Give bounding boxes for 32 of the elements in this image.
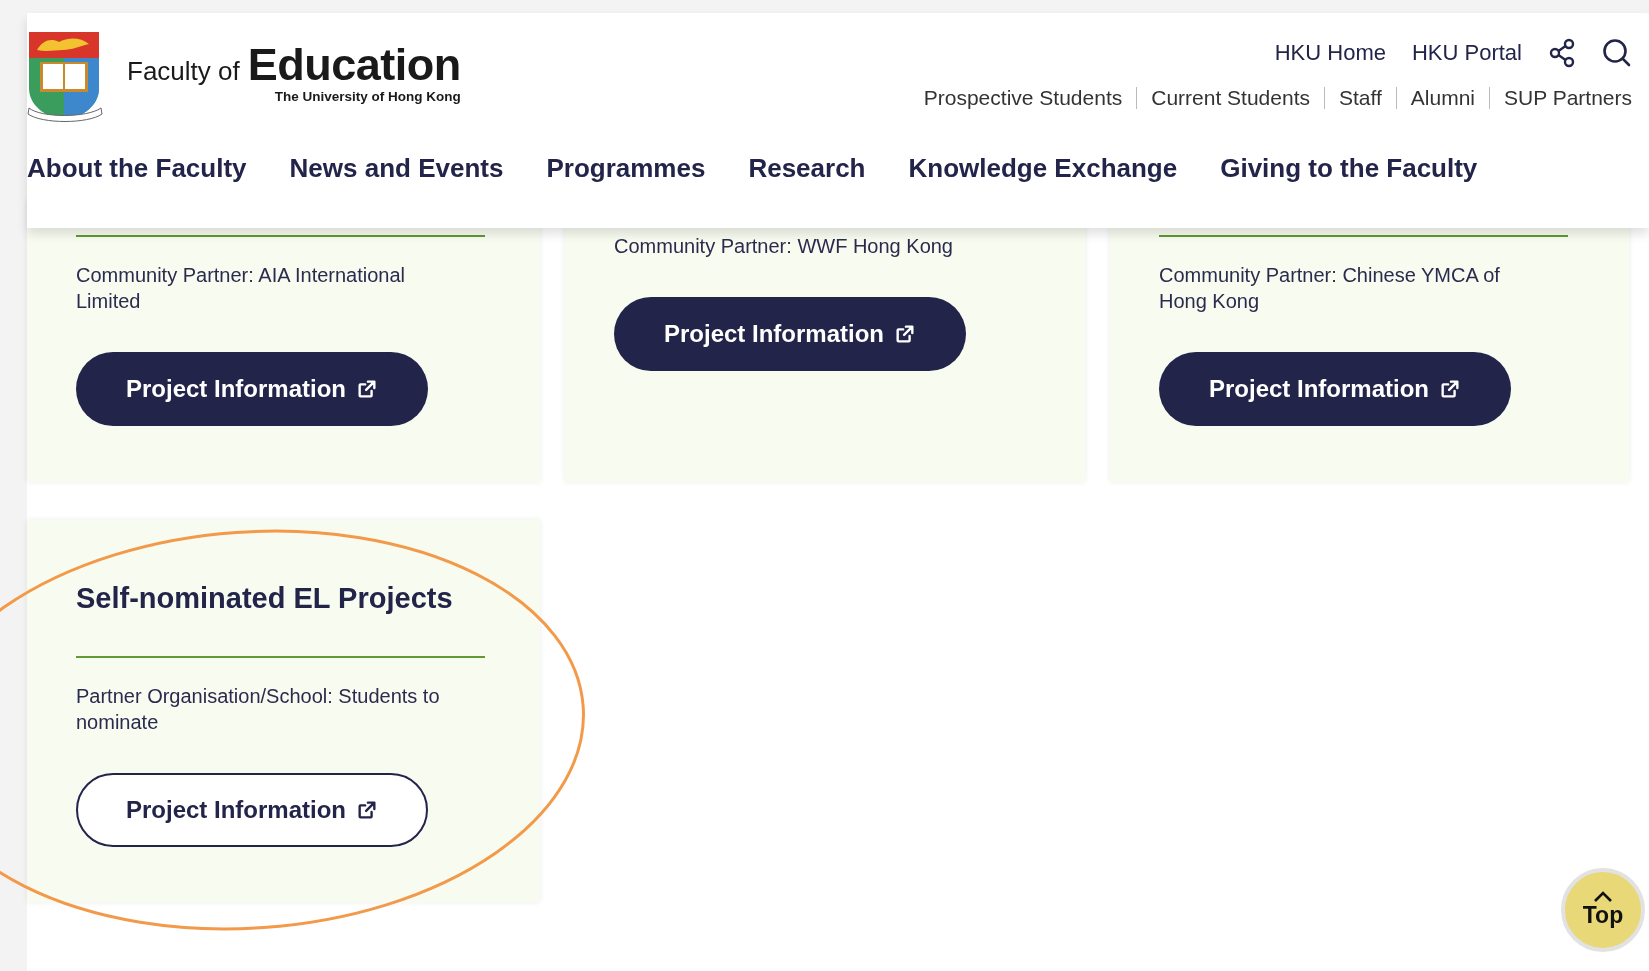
external-link-icon (894, 323, 916, 345)
audience-link[interactable]: Current Students (1137, 86, 1324, 110)
utility-link[interactable]: HKU Home (1274, 40, 1386, 66)
brand-subtitle: The University of Hong Kong (274, 89, 461, 104)
card-text: Community Partner: WWF Hong Kong (614, 234, 954, 259)
project-info-button[interactable]: Project Information (76, 773, 428, 847)
card-text: Community Partner: AIA International Limited (76, 263, 407, 314)
nav-link[interactable]: About the Faculty (27, 153, 247, 184)
nav-link[interactable]: Giving to the Faculty (1220, 153, 1478, 184)
brand-prefix: Faculty of (127, 56, 240, 87)
project-info-button[interactable]: Project Information (76, 352, 428, 426)
project-info-button[interactable]: Project Information (614, 297, 966, 371)
card-title: Self-nominated EL Projects (76, 581, 453, 616)
audience-link[interactable]: Staff (1325, 86, 1396, 110)
utility-link[interactable]: HKU Portal (1411, 40, 1522, 66)
card-text: Community Partner: Chinese YMCA of Hong Kong (1159, 263, 1501, 314)
nav-link[interactable]: Knowledge Exchange (908, 153, 1178, 184)
card-text: Partner Organisation/School: Students to nominate (76, 684, 441, 735)
audience-link[interactable]: SUP Partners (1490, 86, 1632, 110)
external-link-icon (356, 799, 378, 821)
audience-link[interactable]: Alumni (1396, 86, 1489, 110)
brand-name: Education (247, 42, 461, 87)
external-link-icon (1439, 378, 1461, 400)
audience-link[interactable]: Prospective Students (909, 86, 1137, 110)
external-link-icon (356, 378, 378, 400)
project-info-button[interactable]: Project Information (1159, 352, 1511, 426)
nav-link[interactable]: News and Events (289, 153, 504, 184)
nav-link[interactable]: Research (748, 153, 866, 184)
search-icon[interactable] (1602, 38, 1632, 68)
caret-up-icon (1593, 891, 1613, 902)
share-icon[interactable] (1548, 38, 1576, 68)
nav-link[interactable]: Programmes (546, 153, 706, 184)
